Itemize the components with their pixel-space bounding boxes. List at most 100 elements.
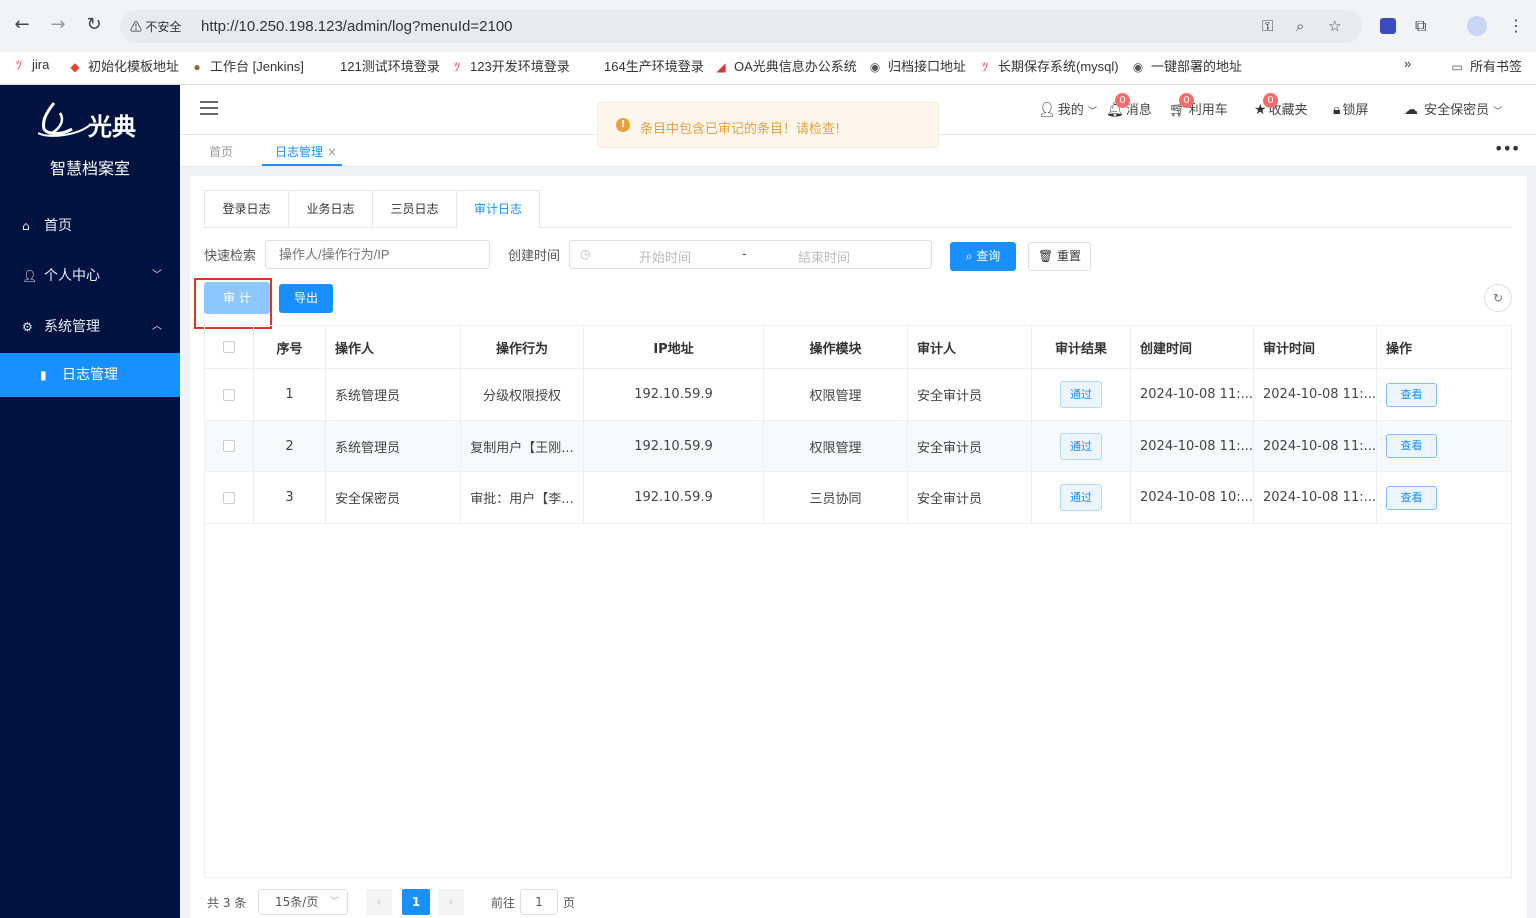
jira-icon: ﾂ <box>981 60 988 74</box>
cell-module: 权限管理 <box>764 369 908 420</box>
table-row[interactable]: 1 系统管理员 分级权限授权 192.10.59.9 权限管理 安全审计员 通过… <box>205 369 1511 421</box>
start-time-input[interactable]: 开始时间 <box>639 247 691 266</box>
table-row[interactable]: 3 安全保密员 审批：用户【李... 192.10.59.9 三员协同 安全审计… <box>205 472 1511 524</box>
bookmark-item[interactable]: ﾂ jira <box>12 56 49 73</box>
favorites-button[interactable]: ★ 收藏夹 0 <box>1254 93 1308 118</box>
bar-chart-icon: ▮ <box>40 368 47 382</box>
cart-badge: 0 <box>1179 93 1194 108</box>
header-module: 操作模块 <box>764 326 908 368</box>
globe-icon: ◉ <box>1132 60 1144 74</box>
my-menu[interactable]: 👤︎ 我的 ﹀ <box>1038 99 1097 118</box>
end-time-input[interactable]: 结束时间 <box>798 247 850 266</box>
cell-ip: 192.10.59.9 <box>584 369 764 420</box>
cell-auditor: 安全审计员 <box>908 369 1032 420</box>
cloud-avatar-icon: ☁ <box>1404 102 1418 118</box>
table-row[interactable]: 2 系统管理员 复制用户【王刚... 192.10.59.9 权限管理 安全审计… <box>205 421 1511 472</box>
refresh-icon[interactable]: ↻ <box>1484 284 1512 312</box>
row-select-cell <box>205 369 254 420</box>
url-text[interactable]: http://10.250.198.123/admin/log?menuId=2… <box>201 18 513 35</box>
prev-page-button[interactable]: ‹ <box>366 889 392 915</box>
zoom-icon[interactable]: ⌕ <box>1296 17 1304 35</box>
bookmark-item[interactable]: ﾂ 123开发环境登录 <box>450 56 570 75</box>
tab-login-log[interactable]: 登录日志 <box>204 190 288 228</box>
more-bookmarks-icon[interactable]: » <box>1404 56 1411 71</box>
row-checkbox[interactable] <box>223 440 235 452</box>
bookmark-item[interactable]: 121测试环境登录 <box>340 56 440 75</box>
bookmark-item[interactable]: 164生产环境登录 <box>604 56 704 75</box>
cell-auditor: 安全审计员 <box>908 472 1032 523</box>
header-result: 审计结果 <box>1032 326 1131 368</box>
view-button[interactable]: 查看 <box>1386 485 1437 510</box>
bookmark-item[interactable]: ◢ OA光典信息办公系统 <box>714 56 856 75</box>
bookmark-item[interactable]: ◉ 归档接口地址 <box>868 56 966 75</box>
select-all-checkbox[interactable] <box>223 341 235 353</box>
tab-business-log[interactable]: 业务日志 <box>288 190 372 228</box>
cell-created: 2024-10-08 10:... <box>1131 472 1254 523</box>
close-icon[interactable]: × <box>327 145 337 159</box>
view-button[interactable]: 查看 <box>1386 434 1437 458</box>
user-icon: 👤︎ <box>1038 102 1056 118</box>
puzzle-icon[interactable]: ⧉ <box>1415 16 1426 36</box>
kebab-menu-icon[interactable]: ⋮ <box>1508 16 1524 36</box>
star-icon[interactable]: ☆ <box>1328 17 1341 35</box>
cell-audited: 2024-10-08 11:... <box>1254 421 1377 471</box>
address-bar[interactable]: ⚠ 不安全 http://10.250.198.123/admin/log?me… <box>120 10 1362 43</box>
cell-audited: 2024-10-08 11:... <box>1254 472 1377 523</box>
page-size-select[interactable]: 15条/页 ﹀ <box>258 889 348 915</box>
cart-button[interactable]: 🛒︎ 利用车 0 <box>1169 93 1228 118</box>
not-secure-label[interactable]: ⚠ 不安全 <box>130 18 181 35</box>
extension-icon[interactable] <box>1380 18 1396 34</box>
folder-icon: ▭ <box>1451 60 1463 74</box>
key-icon[interactable]: ⚿ <box>1262 17 1273 35</box>
export-button[interactable]: 导出 <box>279 284 333 313</box>
sidebar-item-system-management[interactable]: ⚙ 系统管理 ︿ <box>0 305 180 349</box>
tag-home[interactable]: 首页 <box>209 143 233 160</box>
cell-module: 三员协同 <box>764 472 908 523</box>
back-icon[interactable]: ← <box>11 14 33 36</box>
bookmark-item[interactable]: ● 工作台 [Jenkins] <box>190 56 304 75</box>
messages-button[interactable]: 🔔︎ 消息 0 <box>1106 93 1152 118</box>
tag-log-management[interactable]: 日志管理 × <box>275 143 337 160</box>
status-badge: 通过 <box>1060 432 1102 460</box>
bookmark-item[interactable]: ◆ 初始化模板地址 <box>68 56 179 75</box>
row-checkbox[interactable] <box>223 491 235 504</box>
bookmark-item[interactable]: ◉ 一键部署的地址 <box>1131 56 1242 75</box>
view-button[interactable]: 查看 <box>1386 382 1437 407</box>
tab-three-admin-log[interactable]: 三员日志 <box>372 190 456 228</box>
chevron-down-icon: ﹀ <box>1087 107 1097 117</box>
sidebar-item-log-management[interactable]: ▮ 日志管理 <box>0 353 180 397</box>
row-checkbox[interactable] <box>223 388 235 401</box>
row-select-cell <box>205 472 254 523</box>
next-page-button[interactable]: › <box>438 889 464 915</box>
globe-icon: ◉ <box>869 60 881 74</box>
sidebar-item-home[interactable]: ⌂ 首页 <box>0 204 180 248</box>
header-audited: 审计时间 <box>1254 326 1377 368</box>
tab-audit-log[interactable]: 审计日志 <box>456 190 540 228</box>
app-subtitle: 智慧档案室 <box>49 159 130 178</box>
user-menu[interactable]: ☁ 安全保密员 ﹀ <box>1404 99 1502 118</box>
warning-icon: ! <box>616 118 630 132</box>
profile-avatar[interactable] <box>1467 16 1487 36</box>
lock-screen-button[interactable]: 🔒︎ 锁屏 <box>1333 99 1368 118</box>
current-page[interactable]: 1 <box>402 889 430 915</box>
reset-button[interactable]: 🗑︎ 重置 <box>1028 242 1091 271</box>
quick-search-label: 快速检索 <box>204 249 257 264</box>
messages-badge: 0 <box>1115 93 1130 108</box>
header-no: 序号 <box>254 326 326 368</box>
forward-icon[interactable]: → <box>47 14 69 36</box>
bookmark-item[interactable]: ﾂ长期保存系统(mysql) <box>978 56 1119 75</box>
goto-page-input[interactable]: 1 <box>520 889 558 915</box>
quick-search-input[interactable] <box>265 240 490 269</box>
browser-toolbar: ← → ↻ ⚠ 不安全 http://10.250.198.123/admin/… <box>0 0 1536 52</box>
sidebar-item-personal-center[interactable]: 👤︎ 个人中心 ﹀ <box>0 254 180 298</box>
all-bookmarks[interactable]: ▭ 所有书签 <box>1450 56 1522 75</box>
hamburger-menu-icon[interactable] <box>200 101 218 115</box>
cell-no: 3 <box>254 472 326 523</box>
date-range-picker[interactable]: ◷ 开始时间 - 结束时间 <box>569 240 932 269</box>
search-button[interactable]: ⌕ 查询 <box>950 242 1016 271</box>
cell-ip: 192.10.59.9 <box>584 472 764 523</box>
bookmarks-bar: ﾂ jira ◆ 初始化模板地址 ● 工作台 [Jenkins] 121测试环境登录 … <box>0 52 1536 85</box>
reload-icon[interactable]: ↻ <box>83 14 105 36</box>
more-icon[interactable]: ••• <box>1494 139 1520 158</box>
header-ip: IP地址 <box>584 326 764 368</box>
